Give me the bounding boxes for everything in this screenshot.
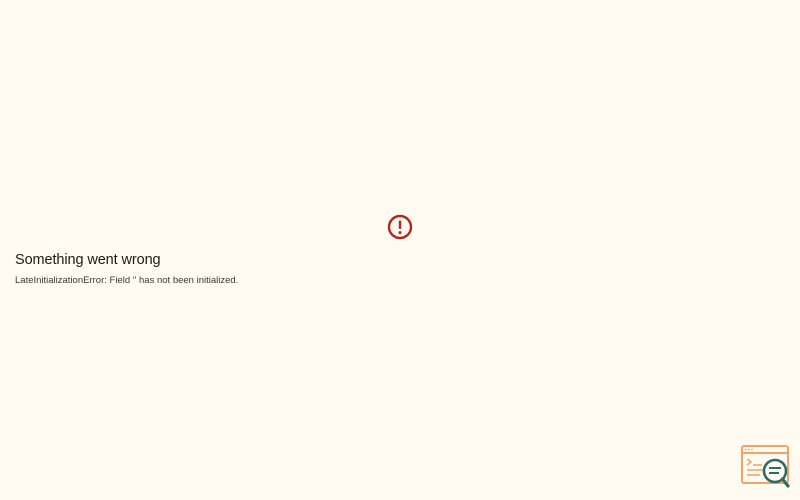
error-title: Something went wrong xyxy=(15,252,161,268)
inspector-search-icon[interactable] xyxy=(740,444,792,490)
error-circle-icon xyxy=(387,214,413,240)
error-message: LateInitializationError: Field '' has no… xyxy=(15,275,239,286)
error-page: Something went wrong LateInitializationE… xyxy=(0,0,800,500)
